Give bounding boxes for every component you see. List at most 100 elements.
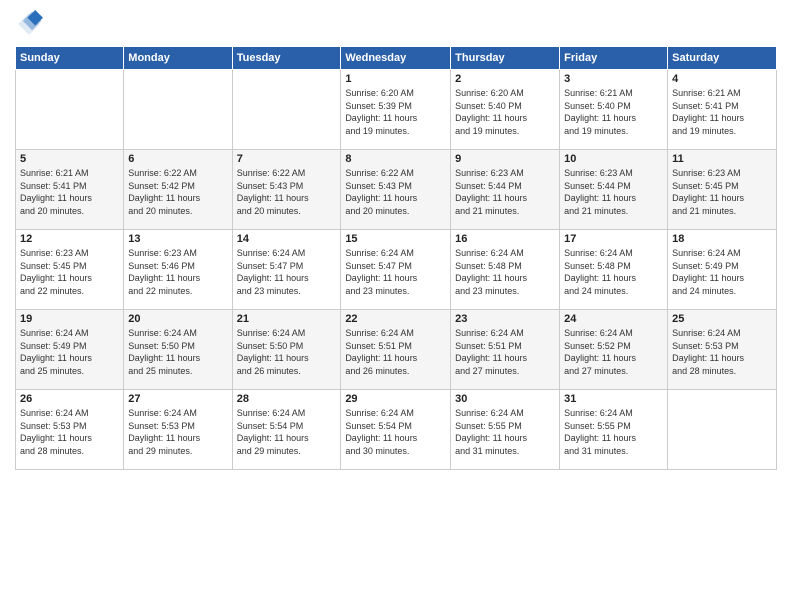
day-cell: 21 Sunrise: 6:24 AM Sunset: 5:50 PM Dayli… — [232, 310, 341, 390]
day-info: Sunrise: 6:22 AM Sunset: 5:43 PM Dayligh… — [345, 167, 446, 217]
week-row-3: 12Sunrise: 6:23 AM Sunset: 5:45 PM Dayli… — [16, 230, 777, 310]
day-number: 30 — [455, 393, 555, 405]
day-cell: 15Sunrise: 6:24 AM Sunset: 5:47 PM Dayli… — [341, 230, 451, 310]
day-number: 3 — [564, 73, 663, 85]
day-number: 5 — [20, 153, 119, 165]
day-number: 6 — [128, 153, 227, 165]
day-info: Sunrise: 6:24 AM Sunset: 5:49 PM Dayligh… — [672, 247, 772, 297]
day-cell: 30 Sunrise: 6:24 AM Sunset: 5:55 PM Dayli… — [451, 390, 560, 470]
day-number: 2 — [455, 73, 555, 85]
day-number: 9 — [455, 153, 555, 165]
day-info: Sunrise: 6:23 AM Sunset: 5:44 PM Dayligh… — [564, 167, 663, 217]
day-info: Sunrise: 6:24 AM Sunset: 5:48 PM Dayligh… — [455, 247, 555, 297]
day-cell: 24 Sunrise: 6:24 AM Sunset: 5:52 PM Dayli… — [560, 310, 668, 390]
day-info: Sunrise: 6:24 AM Sunset: 5:55 PM Dayligh… — [564, 407, 663, 457]
weekday-tuesday: Tuesday — [232, 47, 341, 70]
calendar-header: SundayMondayTuesdayWednesdayThursdayFrid… — [16, 47, 777, 70]
week-row-2: 5 Sunrise: 6:21 AM Sunset: 5:41 PM Daylig… — [16, 150, 777, 230]
week-row-5: 26 Sunrise: 6:24 AM Sunset: 5:53 PM Dayli… — [16, 390, 777, 470]
day-info: Sunrise: 6:23 AM Sunset: 5:44 PM Dayligh… — [455, 167, 555, 217]
day-cell — [668, 390, 777, 470]
day-cell: 29Sunrise: 6:24 AM Sunset: 5:54 PM Dayli… — [341, 390, 451, 470]
day-cell: 3 Sunrise: 6:21 AM Sunset: 5:40 PM Daylig… — [560, 70, 668, 150]
calendar-table: SundayMondayTuesdayWednesdayThursdayFrid… — [15, 46, 777, 470]
day-number: 14 — [237, 233, 337, 245]
day-cell: 14 Sunrise: 6:24 AM Sunset: 5:47 PM Dayli… — [232, 230, 341, 310]
day-cell: 20 Sunrise: 6:24 AM Sunset: 5:50 PM Dayli… — [124, 310, 232, 390]
day-cell: 28 Sunrise: 6:24 AM Sunset: 5:54 PM Dayli… — [232, 390, 341, 470]
day-info: Sunrise: 6:24 AM Sunset: 5:50 PM Dayligh… — [237, 327, 337, 377]
weekday-header-row: SundayMondayTuesdayWednesdayThursdayFrid… — [16, 47, 777, 70]
day-cell: 22Sunrise: 6:24 AM Sunset: 5:51 PM Dayli… — [341, 310, 451, 390]
day-cell — [124, 70, 232, 150]
day-info: Sunrise: 6:24 AM Sunset: 5:51 PM Dayligh… — [345, 327, 446, 377]
day-info: Sunrise: 6:21 AM Sunset: 5:41 PM Dayligh… — [20, 167, 119, 217]
day-info: Sunrise: 6:23 AM Sunset: 5:45 PM Dayligh… — [672, 167, 772, 217]
day-info: Sunrise: 6:21 AM Sunset: 5:41 PM Dayligh… — [672, 87, 772, 137]
day-number: 8 — [345, 153, 446, 165]
day-info: Sunrise: 6:24 AM Sunset: 5:49 PM Dayligh… — [20, 327, 119, 377]
day-info: Sunrise: 6:24 AM Sunset: 5:55 PM Dayligh… — [455, 407, 555, 457]
calendar-body: 1Sunrise: 6:20 AM Sunset: 5:39 PM Daylig… — [16, 70, 777, 470]
day-number: 23 — [455, 313, 555, 325]
day-number: 11 — [672, 153, 772, 165]
day-info: Sunrise: 6:24 AM Sunset: 5:54 PM Dayligh… — [237, 407, 337, 457]
day-cell: 5 Sunrise: 6:21 AM Sunset: 5:41 PM Daylig… — [16, 150, 124, 230]
day-cell: 19 Sunrise: 6:24 AM Sunset: 5:49 PM Dayli… — [16, 310, 124, 390]
day-number: 29 — [345, 393, 446, 405]
day-info: Sunrise: 6:24 AM Sunset: 5:48 PM Dayligh… — [564, 247, 663, 297]
day-cell: 10Sunrise: 6:23 AM Sunset: 5:44 PM Dayli… — [560, 150, 668, 230]
day-cell: 16 Sunrise: 6:24 AM Sunset: 5:48 PM Dayli… — [451, 230, 560, 310]
page: SundayMondayTuesdayWednesdayThursdayFrid… — [0, 0, 792, 612]
day-number: 19 — [20, 313, 119, 325]
day-info: Sunrise: 6:20 AM Sunset: 5:39 PM Dayligh… — [345, 87, 446, 137]
day-cell: 27Sunrise: 6:24 AM Sunset: 5:53 PM Dayli… — [124, 390, 232, 470]
day-number: 20 — [128, 313, 227, 325]
weekday-saturday: Saturday — [668, 47, 777, 70]
day-number: 21 — [237, 313, 337, 325]
day-cell: 2 Sunrise: 6:20 AM Sunset: 5:40 PM Daylig… — [451, 70, 560, 150]
weekday-friday: Friday — [560, 47, 668, 70]
day-info: Sunrise: 6:24 AM Sunset: 5:47 PM Dayligh… — [237, 247, 337, 297]
day-cell: 23 Sunrise: 6:24 AM Sunset: 5:51 PM Dayli… — [451, 310, 560, 390]
day-cell — [232, 70, 341, 150]
day-number: 16 — [455, 233, 555, 245]
weekday-sunday: Sunday — [16, 47, 124, 70]
day-info: Sunrise: 6:24 AM Sunset: 5:47 PM Dayligh… — [345, 247, 446, 297]
day-cell: 1Sunrise: 6:20 AM Sunset: 5:39 PM Daylig… — [341, 70, 451, 150]
day-number: 18 — [672, 233, 772, 245]
weekday-monday: Monday — [124, 47, 232, 70]
day-info: Sunrise: 6:24 AM Sunset: 5:50 PM Dayligh… — [128, 327, 227, 377]
day-number: 4 — [672, 73, 772, 85]
weekday-thursday: Thursday — [451, 47, 560, 70]
day-info: Sunrise: 6:24 AM Sunset: 5:52 PM Dayligh… — [564, 327, 663, 377]
day-info: Sunrise: 6:21 AM Sunset: 5:40 PM Dayligh… — [564, 87, 663, 137]
day-cell: 26 Sunrise: 6:24 AM Sunset: 5:53 PM Dayli… — [16, 390, 124, 470]
week-row-4: 19 Sunrise: 6:24 AM Sunset: 5:49 PM Dayli… — [16, 310, 777, 390]
day-cell: 12Sunrise: 6:23 AM Sunset: 5:45 PM Dayli… — [16, 230, 124, 310]
day-cell: 9 Sunrise: 6:23 AM Sunset: 5:44 PM Daylig… — [451, 150, 560, 230]
day-info: Sunrise: 6:24 AM Sunset: 5:51 PM Dayligh… — [455, 327, 555, 377]
day-number: 31 — [564, 393, 663, 405]
day-info: Sunrise: 6:24 AM Sunset: 5:53 PM Dayligh… — [672, 327, 772, 377]
day-cell: 17 Sunrise: 6:24 AM Sunset: 5:48 PM Dayli… — [560, 230, 668, 310]
weekday-wednesday: Wednesday — [341, 47, 451, 70]
logo-icon — [15, 10, 43, 38]
header — [15, 10, 777, 38]
day-cell: 31 Sunrise: 6:24 AM Sunset: 5:55 PM Dayli… — [560, 390, 668, 470]
day-info: Sunrise: 6:24 AM Sunset: 5:53 PM Dayligh… — [20, 407, 119, 457]
day-info: Sunrise: 6:22 AM Sunset: 5:42 PM Dayligh… — [128, 167, 227, 217]
day-number: 25 — [672, 313, 772, 325]
day-info: Sunrise: 6:23 AM Sunset: 5:45 PM Dayligh… — [20, 247, 119, 297]
logo — [15, 10, 47, 38]
day-number: 28 — [237, 393, 337, 405]
day-number: 26 — [20, 393, 119, 405]
day-cell: 6 Sunrise: 6:22 AM Sunset: 5:42 PM Daylig… — [124, 150, 232, 230]
day-info: Sunrise: 6:24 AM Sunset: 5:53 PM Dayligh… — [128, 407, 227, 457]
day-info: Sunrise: 6:20 AM Sunset: 5:40 PM Dayligh… — [455, 87, 555, 137]
day-cell: 13 Sunrise: 6:23 AM Sunset: 5:46 PM Dayli… — [124, 230, 232, 310]
day-number: 17 — [564, 233, 663, 245]
day-info: Sunrise: 6:23 AM Sunset: 5:46 PM Dayligh… — [128, 247, 227, 297]
day-number: 24 — [564, 313, 663, 325]
day-number: 13 — [128, 233, 227, 245]
